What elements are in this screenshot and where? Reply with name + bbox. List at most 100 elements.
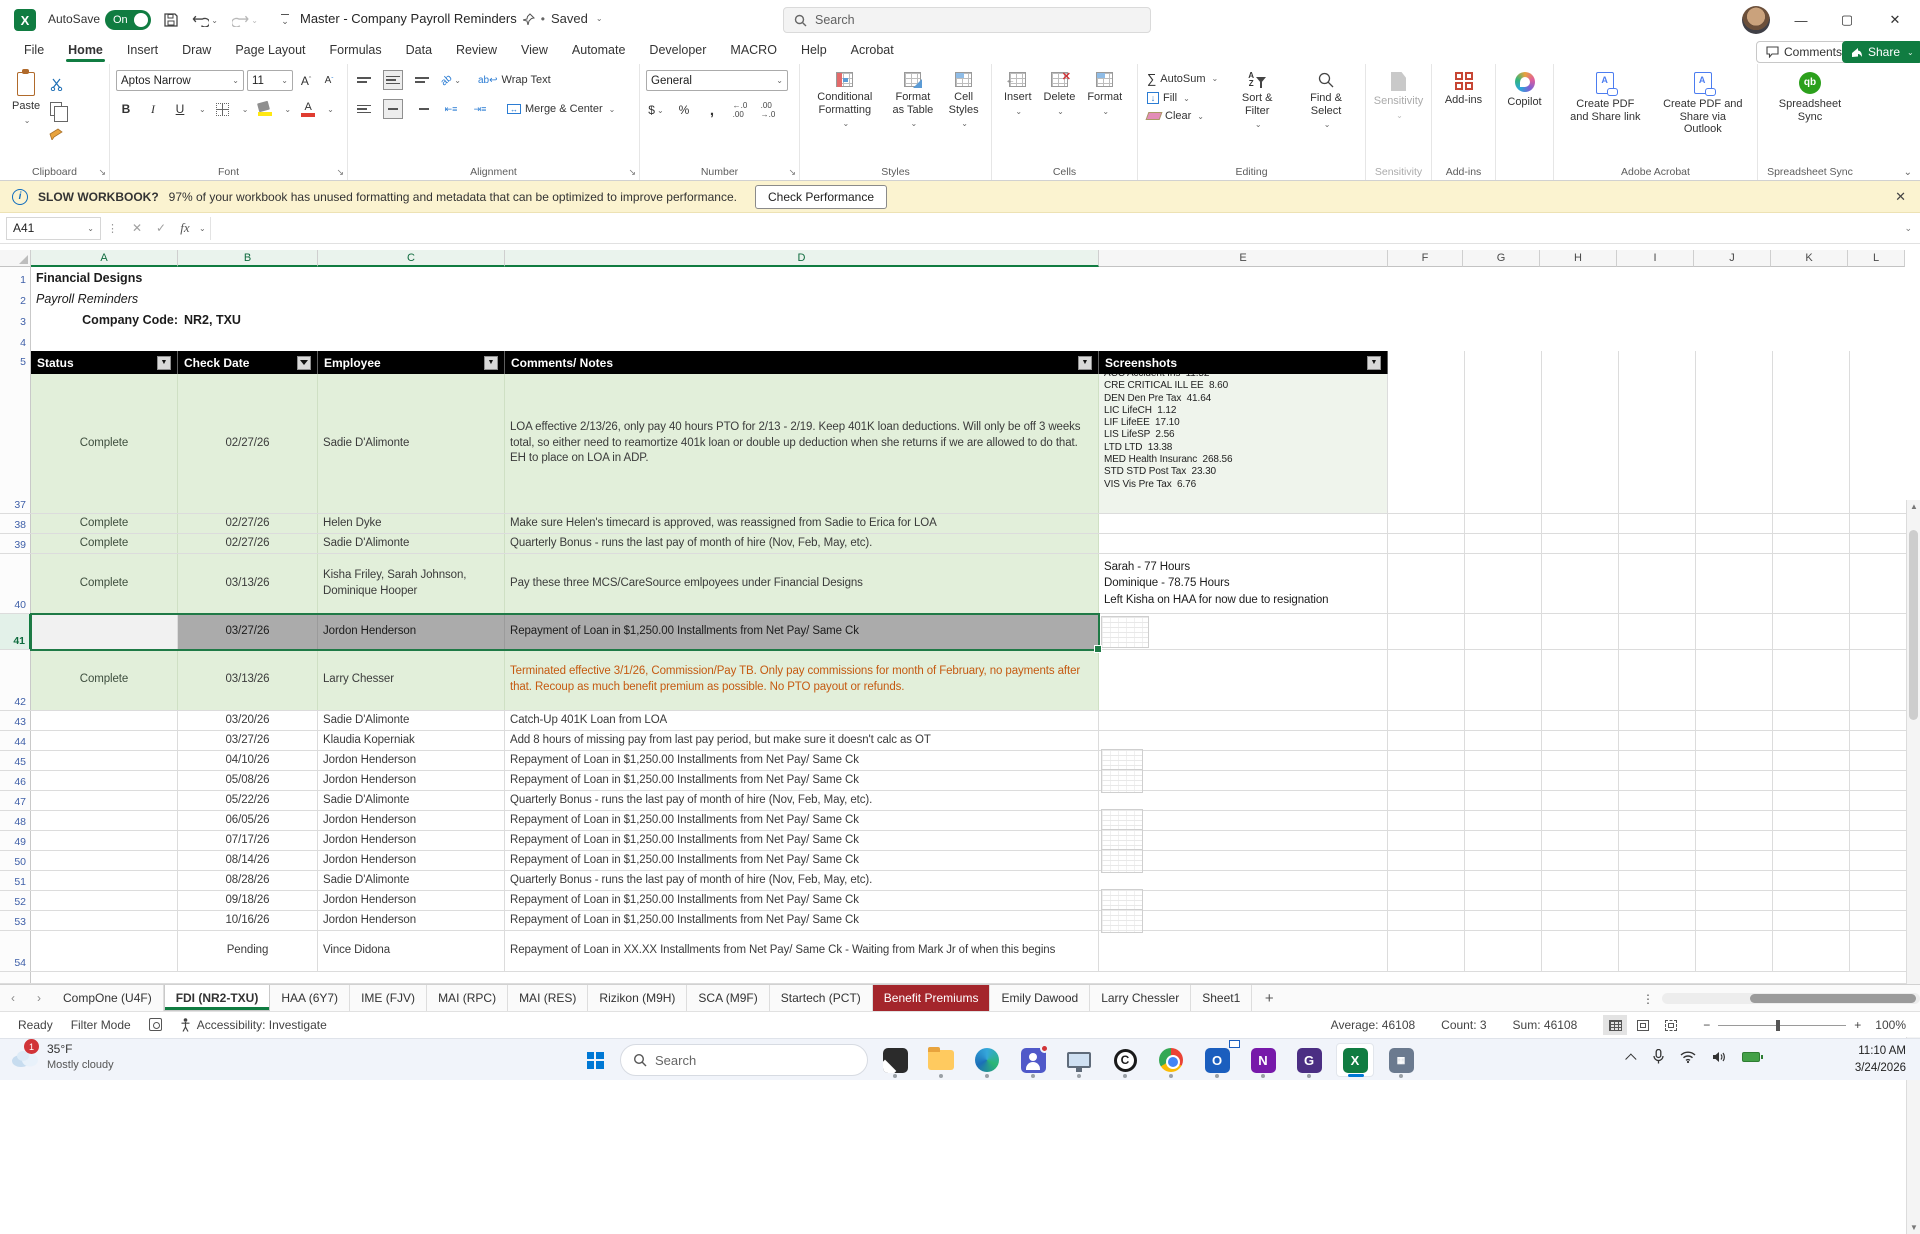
teams-icon[interactable]	[1014, 1043, 1052, 1077]
cell-A40[interactable]: Complete	[31, 554, 178, 613]
clear-button[interactable]: Clear⌄	[1144, 109, 1221, 123]
file-explorer-icon[interactable]	[922, 1043, 960, 1077]
edge-icon[interactable]	[968, 1043, 1006, 1077]
document-title-group[interactable]: Master - Company Payroll Reminders • Sav…	[300, 11, 603, 26]
cell-D37[interactable]: LOA effective 2/13/26, only pay 40 hours…	[505, 374, 1099, 513]
accounting-format-button[interactable]: $⌄	[646, 100, 666, 120]
column-header-C[interactable]: C	[318, 250, 505, 267]
column-header-D[interactable]: D	[505, 250, 1099, 267]
check-date-filter-button[interactable]	[297, 356, 311, 370]
header-cell-screenshots[interactable]: Screenshots▼	[1099, 351, 1388, 374]
cell-C53[interactable]: Jordon Henderson	[318, 911, 505, 930]
employee-filter-button[interactable]: ▼	[484, 356, 498, 370]
cell-D48[interactable]: Repayment of Loan in $1,250.00 Installme…	[505, 811, 1099, 830]
conditional-formatting-button[interactable]: Conditional Formatting⌄	[806, 70, 884, 130]
save-icon[interactable]	[158, 8, 184, 32]
cell-E38[interactable]	[1099, 514, 1388, 533]
cell-A37[interactable]: Complete	[31, 374, 178, 513]
g-app-icon[interactable]: G	[1290, 1043, 1328, 1077]
font-name-combo[interactable]: Aptos Narrow⌄	[116, 70, 244, 91]
orientation-button[interactable]: ab⌄	[441, 70, 461, 90]
row-header-37[interactable]: 37	[0, 374, 31, 513]
row-header-2[interactable]: 2	[0, 288, 31, 309]
format-as-table-button[interactable]: Format as Table⌄	[884, 70, 943, 130]
row-header-partial[interactable]	[0, 972, 31, 983]
cell-D44[interactable]: Add 8 hours of missing pay from last pay…	[505, 731, 1099, 750]
accessibility-status[interactable]: Accessibility: Investigate	[180, 1018, 327, 1032]
ribbon-tab-macro[interactable]: MACRO	[720, 40, 787, 62]
top-align-button[interactable]	[354, 70, 374, 90]
screenshot-thumbnail[interactable]	[1101, 769, 1143, 793]
cell-A42[interactable]: Complete	[31, 650, 178, 710]
cell-E47[interactable]	[1099, 791, 1388, 810]
cell-A48[interactable]	[31, 811, 178, 830]
cell-B43[interactable]: 03/20/26	[178, 711, 318, 730]
cell-C51[interactable]: Sadie D'Alimonte	[318, 871, 505, 890]
cell-D49[interactable]: Repayment of Loan in $1,250.00 Installme…	[505, 831, 1099, 850]
cell-E39[interactable]	[1099, 534, 1388, 553]
excel-taskbar-icon[interactable]: X	[1336, 1043, 1374, 1077]
paste-button[interactable]: Paste⌄	[6, 70, 46, 144]
collapse-ribbon-chevron[interactable]: ⌄	[1904, 167, 1912, 178]
sheet-tab-benefit-premiums[interactable]: Benefit Premiums	[873, 985, 991, 1011]
cell-A44[interactable]	[31, 731, 178, 750]
fill-color-button[interactable]	[255, 99, 275, 119]
cell-E49[interactable]	[1099, 831, 1388, 850]
row-header-51[interactable]: 51	[0, 871, 31, 890]
redo-icon[interactable]: ⌄	[232, 8, 258, 32]
cell-E50[interactable]	[1099, 851, 1388, 870]
normal-view-button[interactable]	[1603, 1015, 1627, 1035]
cell-D47[interactable]: Quarterly Bonus - runs the last pay of m…	[505, 791, 1099, 810]
cell-styles-button[interactable]: Cell Styles⌄	[942, 70, 985, 130]
wifi-icon[interactable]	[1680, 1051, 1696, 1063]
cell-C52[interactable]: Jordon Henderson	[318, 891, 505, 910]
close-button[interactable]: ✕	[1872, 0, 1918, 40]
row-header-40[interactable]: 40	[0, 554, 31, 613]
ribbon-tab-file[interactable]: File	[14, 40, 54, 62]
cell-A2[interactable]: Payroll Reminders	[31, 288, 138, 309]
ribbon-tab-acrobat[interactable]: Acrobat	[841, 40, 904, 62]
insert-function-icon[interactable]: fx	[173, 220, 197, 236]
vertical-scroll-thumb[interactable]	[1909, 530, 1918, 720]
ribbon-tab-home[interactable]: Home	[58, 40, 113, 62]
cell-A3[interactable]: Company Code:	[31, 309, 178, 330]
underline-button[interactable]: U	[170, 99, 190, 119]
cell-A53[interactable]	[31, 911, 178, 930]
cell-B46[interactable]: 05/08/26	[178, 771, 318, 790]
header-cell-check-date[interactable]: Check Date	[178, 351, 318, 374]
number-format-combo[interactable]: General⌄	[646, 70, 788, 91]
cell-D38[interactable]: Make sure Helen's timecard is approved, …	[505, 514, 1099, 533]
spreadsheet-sync-button[interactable]: qb Spreadsheet Sync	[1764, 70, 1856, 125]
cell-B38[interactable]: 02/27/26	[178, 514, 318, 533]
addins-button[interactable]: Add-ins	[1438, 70, 1489, 109]
page-layout-view-button[interactable]	[1631, 1015, 1655, 1035]
cell-B41[interactable]: 03/27/26	[178, 614, 318, 649]
cell-D42[interactable]: Terminated effective 3/1/26, Commission/…	[505, 650, 1099, 710]
cell-C37[interactable]: Sadie D'Alimonte	[318, 374, 505, 513]
scroll-up-icon[interactable]: ▲	[1907, 502, 1920, 511]
cell-A39[interactable]: Complete	[31, 534, 178, 553]
autosum-button[interactable]: ∑AutoSum⌄	[1144, 70, 1221, 87]
cell-A50[interactable]	[31, 851, 178, 870]
cell-A43[interactable]	[31, 711, 178, 730]
battery-icon[interactable]	[1742, 1052, 1760, 1062]
column-header-A[interactable]: A	[31, 250, 178, 267]
decrease-indent-button[interactable]: ⇤≡	[441, 99, 461, 119]
sheet-tab-haa-6y7[interactable]: HAA (6Y7)	[270, 985, 350, 1011]
column-header-G[interactable]: G	[1463, 250, 1540, 267]
shrink-font-button[interactable]: Aˇ	[319, 71, 339, 91]
row-header-47[interactable]: 47	[0, 791, 31, 810]
cell-C54[interactable]: Vince Didona	[318, 931, 505, 971]
cell-A52[interactable]	[31, 891, 178, 910]
cell-E54[interactable]	[1099, 931, 1388, 971]
merge-center-button[interactable]: ↔ Merge & Center⌄	[504, 99, 618, 119]
cell-B39[interactable]: 02/27/26	[178, 534, 318, 553]
bold-button[interactable]: B	[116, 99, 136, 119]
sheet-tab-ime-fjv[interactable]: IME (FJV)	[350, 985, 427, 1011]
ribbon-tab-page-layout[interactable]: Page Layout	[225, 40, 315, 62]
cell-E48[interactable]	[1099, 811, 1388, 830]
header-cell-employee[interactable]: Employee▼	[318, 351, 505, 374]
sheet-tab-startech-pct[interactable]: Startech (PCT)	[770, 985, 873, 1011]
row-header-50[interactable]: 50	[0, 851, 31, 870]
onenote-icon[interactable]: N	[1244, 1043, 1282, 1077]
